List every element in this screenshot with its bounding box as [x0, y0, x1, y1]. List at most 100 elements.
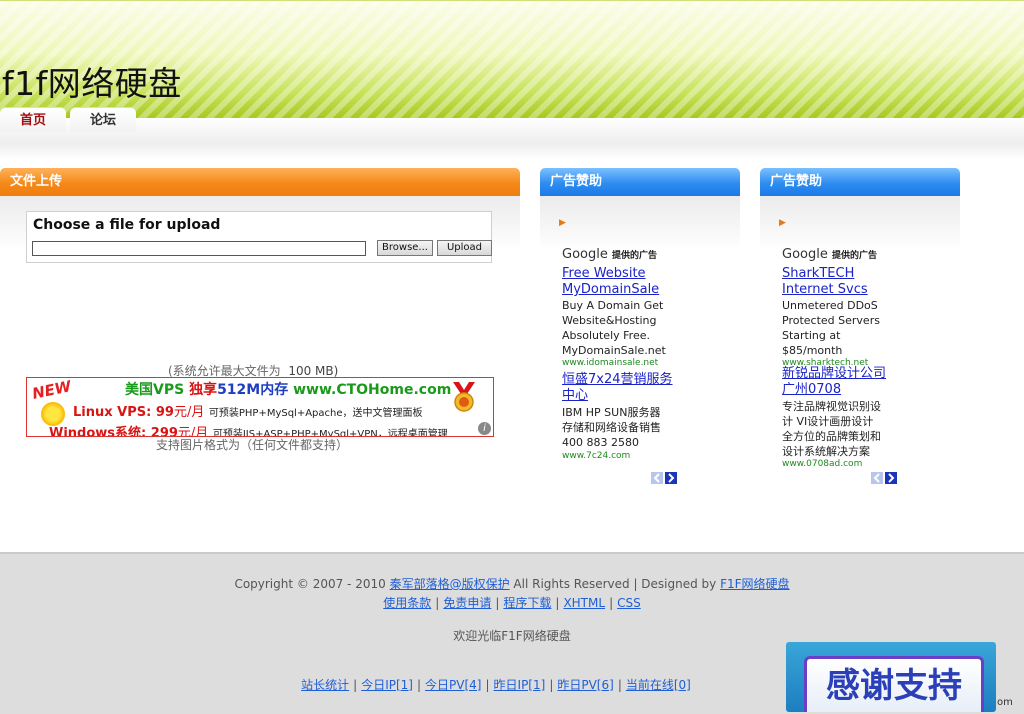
site-header: f1f网络硬盘	[0, 0, 1024, 119]
google-sub-label: 提供的广告	[611, 251, 657, 261]
ad-text-line: 400 883 2580	[562, 436, 639, 449]
ad-text-line: MyDomainSale.net	[562, 344, 666, 357]
download-link[interactable]: 程序下载	[503, 596, 551, 610]
xhtml-link[interactable]: XHTML	[563, 596, 605, 610]
disclaimer-link[interactable]: 免责申请	[443, 596, 491, 610]
file-path-input[interactable]	[32, 241, 366, 256]
nav-strip	[0, 118, 1024, 160]
google-logo: Google	[782, 247, 828, 262]
today-pv-link[interactable]: 今日PV[4]	[425, 678, 481, 692]
banner-windows: Windows	[49, 426, 116, 437]
prev-ad-button[interactable]	[651, 472, 663, 484]
ad-panel-2-header: 广告赞助	[760, 168, 960, 196]
browse-button[interactable]: Browse...	[377, 240, 433, 256]
chevron-right-icon	[668, 473, 675, 483]
thanks-support-label: 感谢支持	[804, 656, 984, 712]
tab-forum[interactable]: 论坛	[70, 108, 136, 132]
upload-button[interactable]: Upload	[437, 240, 492, 256]
ad-2-2-text: 专注品牌视觉识别设 计 VI设计画册设计 全方位的品牌策划和 设计系统解决方案	[782, 399, 881, 459]
stats-link[interactable]: 站长统计	[301, 678, 349, 692]
tab-home[interactable]: 首页	[0, 108, 66, 132]
ad-text-line: IBM HP SUN服务器	[562, 406, 661, 419]
ad-1-1-url[interactable]: www.idomainsale.net	[562, 358, 658, 368]
ad-2-2-link-line-1[interactable]: 新锐品牌设计公司	[782, 366, 886, 382]
ad-text-line: 专注品牌视觉识别设	[782, 400, 881, 413]
ad-text-line: Absolutely Free.	[562, 329, 650, 342]
css-link[interactable]: CSS	[617, 596, 641, 610]
ad-2-1-link-line-2[interactable]: Internet Svcs	[782, 282, 868, 298]
banner-line-3: Windows系统: 299元/月 可预装IIS+ASP+PHP+MySql+V…	[49, 422, 448, 437]
google-logo: Google	[562, 247, 608, 262]
next-ad-button[interactable]	[885, 472, 897, 484]
banner-vps-label: 美国VPS	[125, 382, 185, 398]
ad-1-2-text: IBM HP SUN服务器 存储和网络设备销售 400 883 2580	[562, 405, 661, 450]
copyright-link[interactable]: 秦军部落格@版权保护	[390, 577, 510, 591]
online-now-link[interactable]: 当前在线[0]	[626, 678, 691, 692]
ad-1-2-link-line-1[interactable]: 恒盛7x24营销服务	[562, 372, 673, 388]
chevron-left-icon	[653, 473, 660, 483]
banner-memory: 512M内存	[217, 382, 289, 398]
arrow-right-icon: ▶	[559, 218, 566, 228]
info-icon[interactable]: i	[478, 422, 491, 435]
ad-text-line: Buy A Domain Get	[562, 299, 664, 312]
today-ip-link[interactable]: 今日IP[1]	[361, 678, 413, 692]
upload-form: Choose a file for upload Browse... Uploa…	[26, 211, 492, 263]
ad-text-line: 全方位的品牌策划和	[782, 430, 881, 443]
ad-2-1-link[interactable]: SharkTECH Internet Svcs	[782, 266, 868, 298]
next-ad-button[interactable]	[665, 472, 677, 484]
ad-1-1-link-line-1[interactable]: Free Website	[562, 266, 659, 282]
vps-ad-banner[interactable]: NEW 美国VPS 独享512M内存 www.CTOHome.com Linux…	[26, 377, 494, 437]
ad-1-2-url[interactable]: www.7c24.com	[562, 451, 630, 461]
footer-links: 使用条款 | 免责申请 | 程序下载 | XHTML | CSS	[383, 596, 641, 610]
ad-2-1-link-line-1[interactable]: SharkTECH	[782, 266, 868, 282]
ad-1-2-link-line-2[interactable]: 中心	[562, 388, 673, 404]
arrow-right-icon: ▶	[779, 218, 786, 228]
max-size-label: (系统允许最大文件为	[168, 364, 281, 378]
ad-text-line: 设计系统解决方案	[782, 445, 870, 458]
prev-ad-button[interactable]	[871, 472, 883, 484]
ad-2-1-text: Unmetered DDoS Protected Servers Startin…	[782, 298, 880, 358]
designer-link[interactable]: F1F网络硬盘	[720, 577, 789, 591]
ad-2-2-url[interactable]: www.0708ad.com	[782, 459, 862, 469]
banner-linux-unit: 元/月	[173, 405, 205, 420]
ad-text-line: Protected Servers	[782, 314, 880, 327]
ad-1-1-text: Buy A Domain Get Website&Hosting Absolut…	[562, 298, 666, 358]
ad-text-line: Website&Hosting	[562, 314, 657, 327]
upload-form-title: Choose a file for upload	[33, 217, 221, 233]
google-ads-label-1: Google 提供的广告	[562, 247, 657, 262]
google-sub-label: 提供的广告	[831, 251, 877, 261]
banner-linux-price: Linux VPS: 99	[73, 405, 174, 420]
copyright-line: Copyright © 2007 - 2010 秦军部落格@版权保护 All R…	[0, 575, 1024, 592]
ad-1-1-link-line-2[interactable]: MyDomainSale	[562, 282, 659, 298]
terms-link[interactable]: 使用条款	[383, 596, 431, 610]
google-ads-label-2: Google 提供的广告	[782, 247, 877, 262]
ad-text-line: 存储和网络设备销售	[562, 421, 661, 434]
max-size-value: 100 MB)	[288, 364, 339, 378]
ad-panel-1-header: 广告赞助	[540, 168, 740, 196]
format-note: 支持图片格式为（任何文件都支持）	[156, 438, 349, 452]
medal-icon	[453, 382, 475, 412]
rights-text: All Rights Reserved | Designed by	[513, 577, 717, 591]
ad-text-line: Starting at	[782, 329, 841, 342]
banner-exclusive: 独享	[189, 382, 218, 398]
new-badge: NEW	[30, 377, 73, 403]
ad-text-line: Unmetered DDoS	[782, 299, 878, 312]
banner-line-1: 美国VPS 独享512M内存 www.CTOHome.com	[125, 379, 451, 399]
site-title: f1f网络硬盘	[2, 64, 182, 103]
edge-text: om	[997, 697, 1013, 708]
upload-panel-header: 文件上传	[0, 168, 520, 196]
copyright-text: Copyright © 2007 - 2010	[234, 577, 386, 591]
banner-site: www.CTOHome.com	[293, 382, 452, 398]
ad-text-line: $85/month	[782, 344, 843, 357]
ad-text-line: 计 VI设计画册设计	[782, 415, 874, 428]
chevron-right-icon	[888, 473, 895, 483]
banner-line-2: Linux VPS: 99元/月 可预装PHP+MySql+Apache，送中文…	[73, 401, 423, 420]
chevron-left-icon	[873, 473, 880, 483]
thanks-support-button[interactable]: 感谢支持	[786, 642, 996, 712]
yesterday-pv-link[interactable]: 昨日PV[6]	[557, 678, 613, 692]
ad-1-2-link[interactable]: 恒盛7x24营销服务 中心	[562, 372, 673, 404]
ad-2-2-link-line-2[interactable]: 广州0708	[782, 382, 886, 398]
ad-2-2-link[interactable]: 新锐品牌设计公司 广州0708	[782, 366, 886, 398]
ad-1-1-link[interactable]: Free Website MyDomainSale	[562, 266, 659, 298]
yesterday-ip-link[interactable]: 昨日IP[1]	[494, 678, 546, 692]
